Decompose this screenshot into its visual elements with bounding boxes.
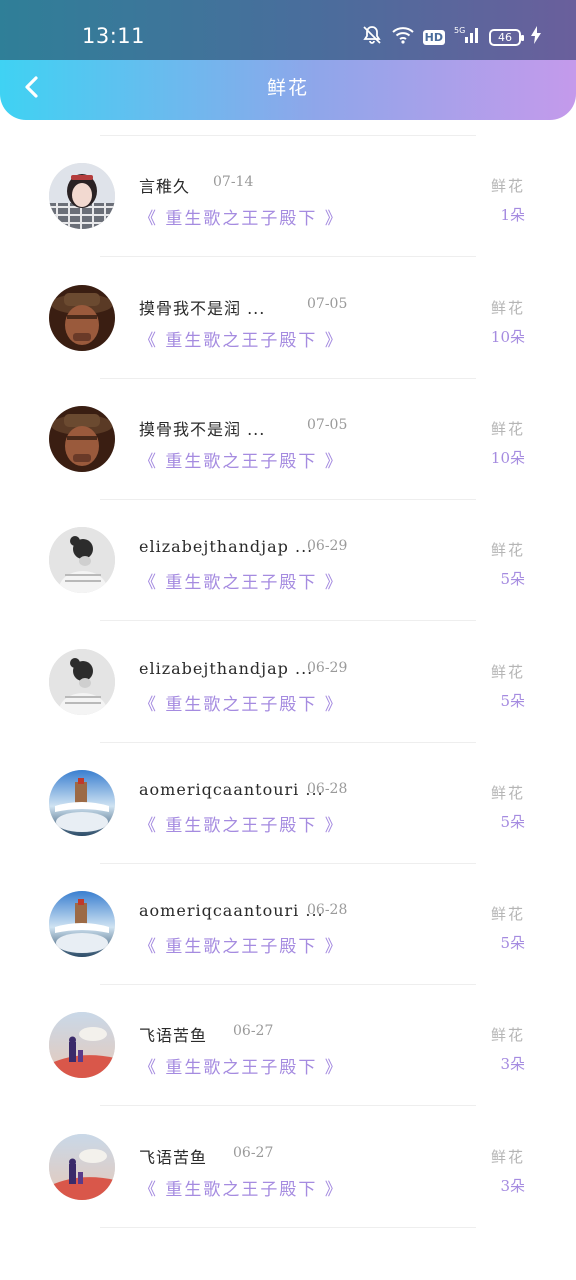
status-time: 13:11 [82,24,146,48]
user-avatar[interactable] [49,769,115,836]
record-date: 06-29 [307,659,348,676]
record-date: 06-27 [233,1023,274,1040]
flower-record-row[interactable]: elizabejthandjap ... 06-29 《 重生歌之王子殿下 》 鲜花 5… [0,500,576,622]
record-date: 06-29 [307,538,348,555]
flower-record-row[interactable]: 飞语苦鱼 06-27 《 重生歌之王子殿下 》 鲜花 3朵 [0,1107,576,1228]
signal-5g-icon: 5G [454,25,480,49]
gift-count: 5朵 [500,934,525,953]
gift-type-label: 鲜花 [490,1147,525,1166]
gift-count: 10朵 [490,448,525,467]
user-name[interactable]: aomeriqcaantouri ... [139,901,324,920]
flower-record-row[interactable]: 摸骨我不是润 ... 07-05 《 重生歌之王子殿下 》 鲜花 10朵 [0,258,576,379]
user-name[interactable]: aomeriqcaantouri ... [139,780,324,799]
flower-record-row[interactable]: aomeriqcaantouri ... 06-28 《 重生歌之王子殿下 》 鲜花 5… [0,864,576,986]
user-name[interactable]: elizabejthandjap ... [139,659,313,678]
flower-record-row[interactable]: 摸骨我不是润 ... 07-05 《 重生歌之王子殿下 》 鲜花 10朵 [0,379,576,500]
book-title-link[interactable]: 《 重生歌之王子殿下 》 [139,204,344,229]
gift-type-label: 鲜花 [490,298,525,317]
user-avatar[interactable] [49,1012,115,1079]
record-date: 07-05 [307,416,348,433]
user-name[interactable]: 飞语苦鱼 [139,1144,207,1168]
gift-type-label: 鲜花 [490,783,525,802]
gift-type-label: 鲜花 [490,541,525,560]
gift-type-label: 鲜花 [490,177,525,196]
gift-count: 3朵 [500,1176,525,1195]
gift-count: 10朵 [490,327,525,346]
status-bar: 13:11 HD 5G 46 [0,0,576,60]
gift-count: 5朵 [500,691,525,710]
user-avatar[interactable] [49,648,115,715]
user-name[interactable]: elizabejthandjap ... [139,537,313,556]
user-name[interactable]: 飞语苦鱼 [139,1022,207,1046]
book-title-link[interactable]: 《 重生歌之王子殿下 》 [139,811,344,836]
row-divider [100,1226,476,1228]
record-date: 06-28 [307,780,348,797]
book-title-link[interactable]: 《 重生歌之王子殿下 》 [139,1175,344,1200]
user-avatar[interactable] [49,405,115,472]
hd-badge: HD [422,29,445,45]
record-date: 06-27 [233,1144,274,1161]
user-avatar[interactable] [49,527,115,594]
record-date: 07-14 [213,174,254,191]
record-date: 06-28 [307,902,348,919]
book-title-link[interactable]: 《 重生歌之王子殿下 》 [139,690,344,715]
book-title-link[interactable]: 《 重生歌之王子殿下 》 [139,447,344,472]
record-date: 07-05 [307,295,348,312]
book-title-link[interactable]: 《 重生歌之王子殿下 》 [139,1053,344,1078]
flower-record-row[interactable]: aomeriqcaantouri ... 06-28 《 重生歌之王子殿下 》 鲜花 5… [0,743,576,864]
charging-icon [530,26,542,48]
gift-type-label: 鲜花 [490,419,525,438]
mute-bell-icon [361,25,383,49]
gift-count: 3朵 [500,1055,525,1074]
svg-text:5G: 5G [454,26,465,35]
page-title: 鲜花 [266,77,309,99]
battery-indicator: 46 [489,28,524,46]
user-avatar[interactable] [49,891,115,958]
wifi-icon [391,26,414,48]
flower-record-row[interactable]: 言稚久 07-14 《 重生歌之王子殿下 》 鲜花 1朵 [0,136,576,258]
user-avatar[interactable] [49,284,115,351]
gift-type-label: 鲜花 [490,905,525,924]
book-title-link[interactable]: 《 重生歌之王子殿下 》 [139,326,344,351]
gift-count: 5朵 [500,570,525,589]
user-avatar[interactable] [49,163,115,230]
user-name[interactable]: 摸骨我不是润 ... [139,416,265,440]
book-title-link[interactable]: 《 重生歌之王子殿下 》 [139,932,344,957]
gift-count: 5朵 [500,812,525,831]
user-avatar[interactable] [49,1133,115,1200]
status-icons: HD 5G 46 [361,25,542,49]
flower-record-row[interactable]: 飞语苦鱼 06-27 《 重生歌之王子殿下 》 鲜花 3朵 [0,985,576,1107]
gift-type-label: 鲜花 [490,1026,525,1045]
flower-record-row[interactable]: elizabejthandjap ... 06-29 《 重生歌之王子殿下 》 鲜花 5… [0,622,576,743]
user-name[interactable]: 言稚久 [139,173,190,197]
gift-type-label: 鲜花 [490,662,525,681]
book-title-link[interactable]: 《 重生歌之王子殿下 》 [139,568,344,593]
user-name[interactable]: 摸骨我不是润 ... [139,295,265,319]
gift-count: 1朵 [500,206,525,225]
